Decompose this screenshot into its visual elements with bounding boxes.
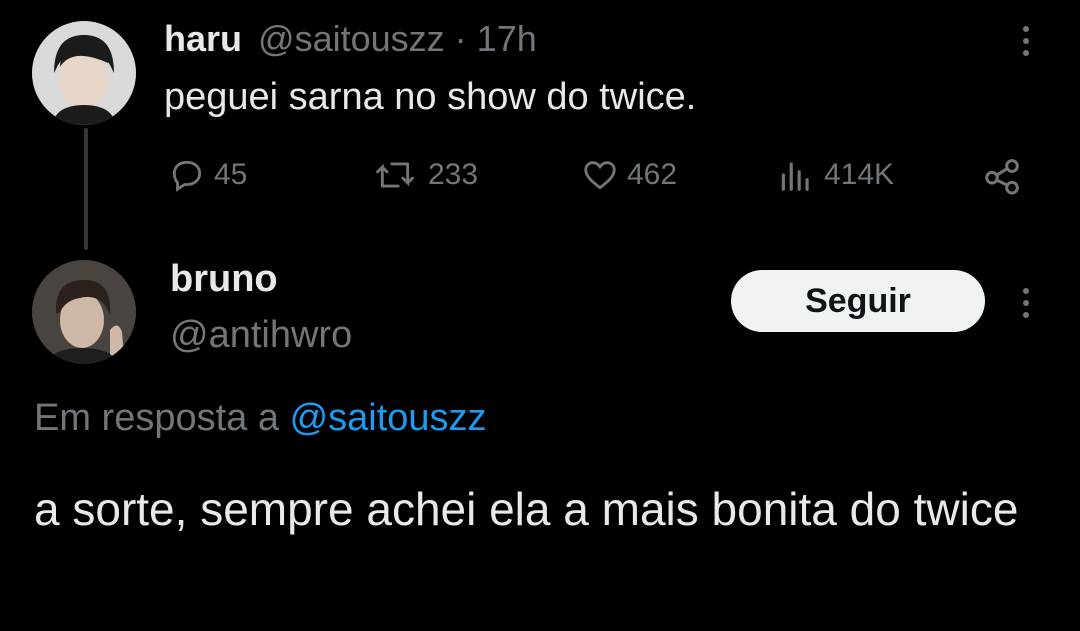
reply-count: 45 <box>214 158 248 191</box>
views-icon <box>781 162 809 191</box>
handle[interactable]: @saitouszz <box>258 18 445 59</box>
retweet-count: 233 <box>428 158 479 191</box>
separator: · <box>454 18 467 59</box>
tweet-text: peguei sarna no show do twice. <box>164 76 697 118</box>
timestamp[interactable]: 17h <box>477 18 537 59</box>
like-count: 462 <box>627 158 678 191</box>
follow-button[interactable]: Seguir <box>731 270 985 332</box>
reply-display-name[interactable]: bruno <box>170 258 278 301</box>
like-button[interactable]: 462 <box>581 156 677 194</box>
share-icon[interactable] <box>982 156 1022 196</box>
display-name[interactable]: haru <box>164 18 242 59</box>
reply-context: Em resposta a @saitouszz <box>34 397 487 440</box>
retweet-icon <box>376 162 414 188</box>
avatar-haru[interactable] <box>32 21 136 125</box>
reply-to-link[interactable]: @saitouszz <box>290 397 487 439</box>
retweet-button[interactable]: 233 <box>370 156 478 194</box>
avatar-bruno[interactable] <box>32 260 136 364</box>
reply-icon <box>172 160 202 192</box>
like-icon <box>584 161 616 190</box>
views-count: 414K <box>824 158 895 191</box>
reply-button[interactable]: 45 <box>168 156 247 194</box>
views-button[interactable]: 414K <box>776 156 894 194</box>
reply-text: a sorte, sempre achei ela a mais bonita … <box>34 483 1019 535</box>
reply-prefix: Em resposta a <box>34 397 279 439</box>
reply-handle[interactable]: @antihwro <box>170 314 352 357</box>
thread-line <box>84 128 88 250</box>
more-icon[interactable] <box>1021 288 1031 318</box>
more-icon[interactable] <box>1021 26 1031 56</box>
tweet-header: haru @saitouszz · 17h <box>164 18 537 60</box>
